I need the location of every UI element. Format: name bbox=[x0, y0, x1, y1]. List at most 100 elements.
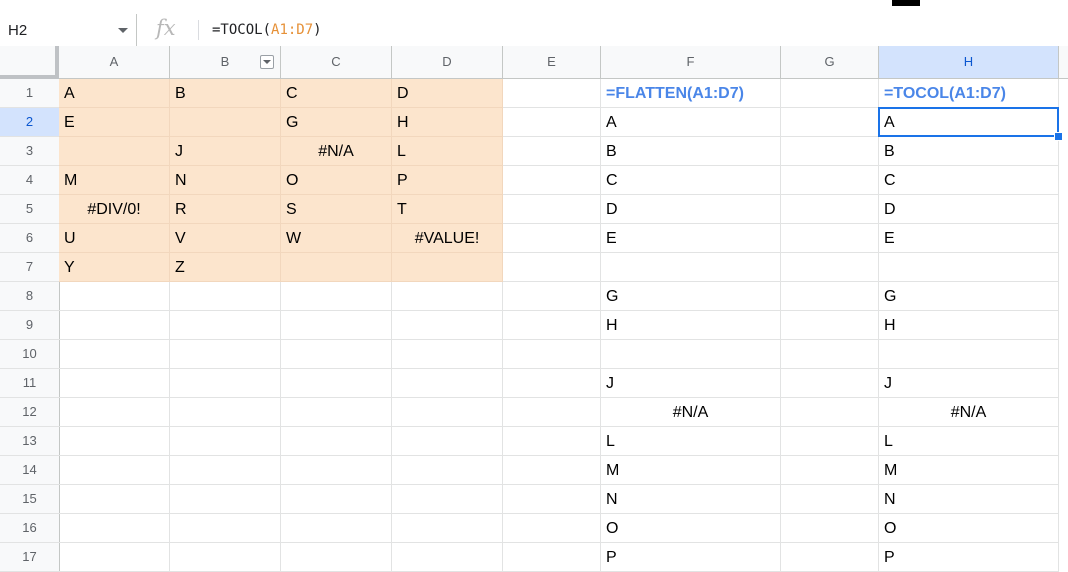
cell-e4[interactable] bbox=[503, 166, 601, 195]
cell-a4[interactable]: M bbox=[59, 166, 170, 195]
filter-dropdown-icon[interactable] bbox=[260, 55, 274, 69]
cell-d6[interactable]: #VALUE! bbox=[392, 224, 503, 253]
cell-b10[interactable] bbox=[170, 340, 281, 369]
cell-h8[interactable]: G bbox=[879, 282, 1059, 311]
cell-e10[interactable] bbox=[503, 340, 601, 369]
cell-e1[interactable] bbox=[503, 79, 601, 108]
row-header-3[interactable]: 3 bbox=[0, 137, 60, 166]
row-header-13[interactable]: 13 bbox=[0, 427, 60, 456]
cell-f4[interactable]: C bbox=[601, 166, 781, 195]
cell-g17[interactable] bbox=[781, 543, 879, 572]
cell-f16[interactable]: O bbox=[601, 514, 781, 543]
cell-b11[interactable] bbox=[170, 369, 281, 398]
cell-b4[interactable]: N bbox=[170, 166, 281, 195]
cell-b16[interactable] bbox=[170, 514, 281, 543]
cell-f12[interactable]: #N/A bbox=[601, 398, 781, 427]
cell-a5[interactable]: #DIV/0! bbox=[59, 195, 170, 224]
cell-a12[interactable] bbox=[59, 398, 170, 427]
cell-d7[interactable] bbox=[392, 253, 503, 282]
cell-d9[interactable] bbox=[392, 311, 503, 340]
cell-f6[interactable]: E bbox=[601, 224, 781, 253]
row-header-16[interactable]: 16 bbox=[0, 514, 60, 543]
cell-g10[interactable] bbox=[781, 340, 879, 369]
formula-input[interactable]: =TOCOL(A1:D7) bbox=[212, 22, 322, 38]
row-header-6[interactable]: 6 bbox=[0, 224, 60, 253]
cell-d15[interactable] bbox=[392, 485, 503, 514]
cell-g14[interactable] bbox=[781, 456, 879, 485]
row-header-17[interactable]: 17 bbox=[0, 543, 60, 572]
cell-e7[interactable] bbox=[503, 253, 601, 282]
cell-a2[interactable]: E bbox=[59, 108, 170, 137]
column-header-e[interactable]: E bbox=[503, 46, 601, 79]
cell-h10[interactable] bbox=[879, 340, 1059, 369]
cell-h16[interactable]: O bbox=[879, 514, 1059, 543]
column-header-d[interactable]: D bbox=[392, 46, 503, 79]
row-header-10[interactable]: 10 bbox=[0, 340, 60, 369]
cell-c7[interactable] bbox=[281, 253, 392, 282]
column-header-g[interactable]: G bbox=[781, 46, 879, 79]
cell-c12[interactable] bbox=[281, 398, 392, 427]
cell-h14[interactable]: M bbox=[879, 456, 1059, 485]
cell-a10[interactable] bbox=[59, 340, 170, 369]
cell-g16[interactable] bbox=[781, 514, 879, 543]
column-header-f[interactable]: F bbox=[601, 46, 781, 79]
cell-a7[interactable]: Y bbox=[59, 253, 170, 282]
cell-g7[interactable] bbox=[781, 253, 879, 282]
cell-b3[interactable]: J bbox=[170, 137, 281, 166]
cell-d13[interactable] bbox=[392, 427, 503, 456]
cell-a15[interactable] bbox=[59, 485, 170, 514]
sheet-grid[interactable]: A B C D E F G H 1 A B C D =FLATTEN(A1:D7) =TOCOL(A1:D7… bbox=[0, 46, 1068, 572]
row-header-15[interactable]: 15 bbox=[0, 485, 60, 514]
cell-g4[interactable] bbox=[781, 166, 879, 195]
cell-b12[interactable] bbox=[170, 398, 281, 427]
column-header-c[interactable]: C bbox=[281, 46, 392, 79]
cell-b13[interactable] bbox=[170, 427, 281, 456]
cell-c3[interactable]: #N/A bbox=[281, 137, 392, 166]
text-color-swatch[interactable] bbox=[892, 0, 920, 6]
cell-f8[interactable]: G bbox=[601, 282, 781, 311]
cell-c14[interactable] bbox=[281, 456, 392, 485]
cell-h4[interactable]: C bbox=[879, 166, 1059, 195]
cell-e17[interactable] bbox=[503, 543, 601, 572]
cell-b5[interactable]: R bbox=[170, 195, 281, 224]
cell-g3[interactable] bbox=[781, 137, 879, 166]
cell-c1[interactable]: C bbox=[281, 79, 392, 108]
row-header-2[interactable]: 2 bbox=[0, 108, 60, 137]
cell-f14[interactable]: M bbox=[601, 456, 781, 485]
cell-c13[interactable] bbox=[281, 427, 392, 456]
cell-b7[interactable]: Z bbox=[170, 253, 281, 282]
cell-c15[interactable] bbox=[281, 485, 392, 514]
cell-g11[interactable] bbox=[781, 369, 879, 398]
cell-h3[interactable]: B bbox=[879, 137, 1059, 166]
cell-g9[interactable] bbox=[781, 311, 879, 340]
cell-b14[interactable] bbox=[170, 456, 281, 485]
cell-d8[interactable] bbox=[392, 282, 503, 311]
cell-g13[interactable] bbox=[781, 427, 879, 456]
cell-e2[interactable] bbox=[503, 108, 601, 137]
cell-h12[interactable]: #N/A bbox=[879, 398, 1059, 427]
cell-a11[interactable] bbox=[59, 369, 170, 398]
cell-d17[interactable] bbox=[392, 543, 503, 572]
cell-h17[interactable]: P bbox=[879, 543, 1059, 572]
cell-c17[interactable] bbox=[281, 543, 392, 572]
cell-c2[interactable]: G bbox=[281, 108, 392, 137]
cell-a13[interactable] bbox=[59, 427, 170, 456]
row-header-12[interactable]: 12 bbox=[0, 398, 60, 427]
cell-e13[interactable] bbox=[503, 427, 601, 456]
cell-h15[interactable]: N bbox=[879, 485, 1059, 514]
cell-c11[interactable] bbox=[281, 369, 392, 398]
select-all-corner[interactable] bbox=[0, 46, 59, 79]
cell-b17[interactable] bbox=[170, 543, 281, 572]
cell-f5[interactable]: D bbox=[601, 195, 781, 224]
cell-d10[interactable] bbox=[392, 340, 503, 369]
cell-e8[interactable] bbox=[503, 282, 601, 311]
cell-d1[interactable]: D bbox=[392, 79, 503, 108]
row-header-7[interactable]: 7 bbox=[0, 253, 60, 282]
cell-d3[interactable]: L bbox=[392, 137, 503, 166]
cell-g1[interactable] bbox=[781, 79, 879, 108]
cell-f10[interactable] bbox=[601, 340, 781, 369]
cell-a14[interactable] bbox=[59, 456, 170, 485]
cell-a16[interactable] bbox=[59, 514, 170, 543]
cell-e16[interactable] bbox=[503, 514, 601, 543]
cell-b2[interactable] bbox=[170, 108, 281, 137]
